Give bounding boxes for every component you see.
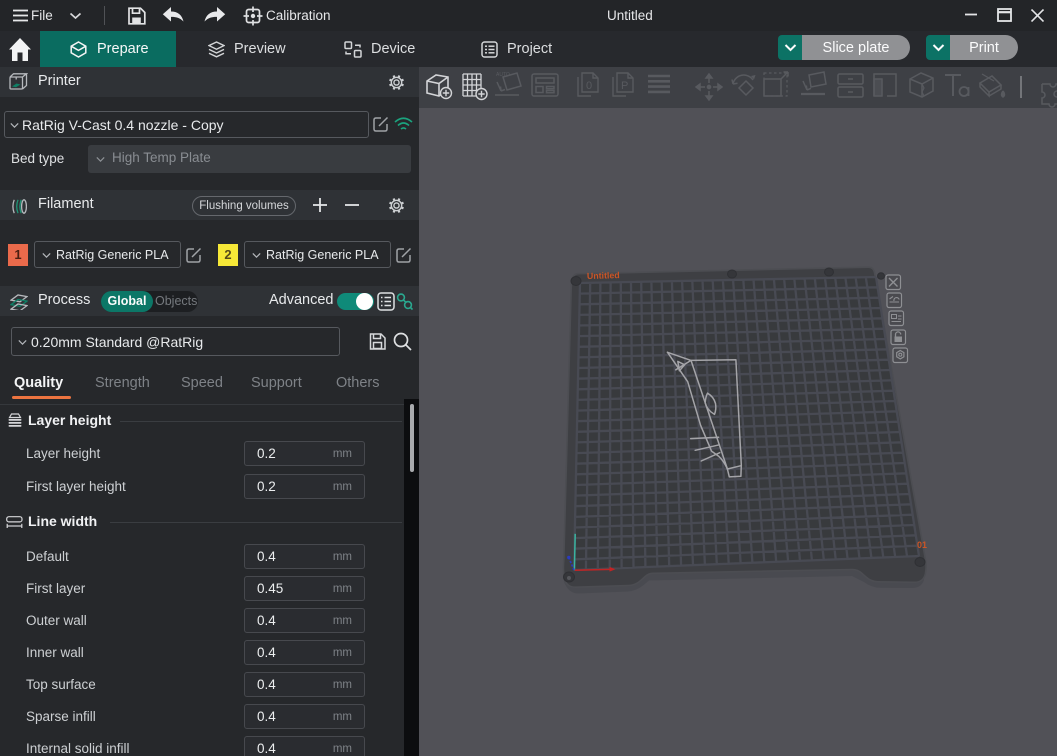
svg-text:01: 01: [917, 540, 927, 550]
svg-text:Untitled: Untitled: [587, 270, 620, 281]
svg-text:P: P: [621, 80, 628, 92]
svg-text:0: 0: [586, 80, 592, 92]
svg-text:AUTO: AUTO: [496, 72, 510, 78]
